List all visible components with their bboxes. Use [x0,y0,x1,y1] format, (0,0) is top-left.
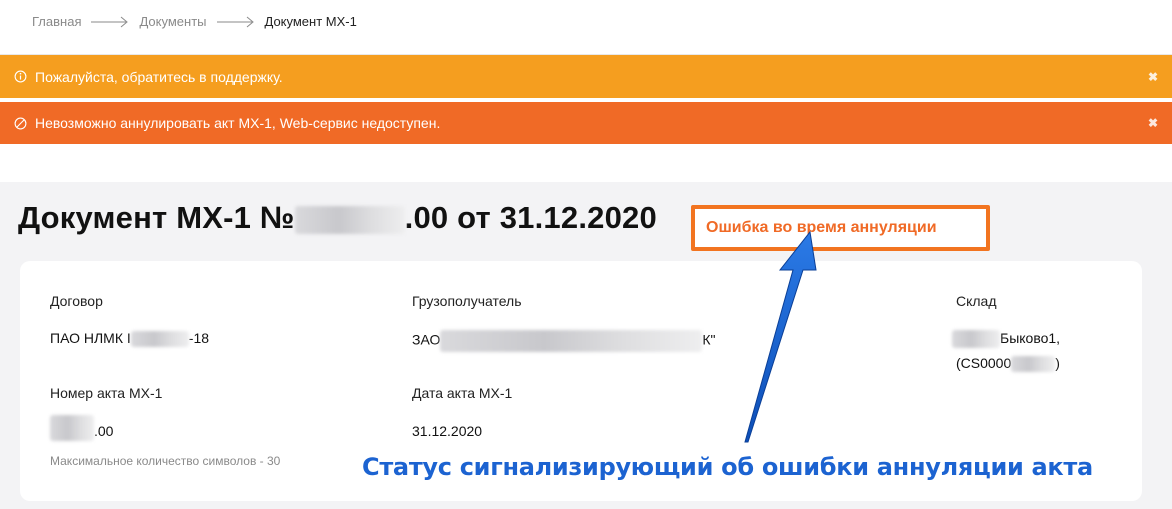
contract-label: Договор [50,293,103,309]
info-icon [14,70,27,83]
contract-value: ПАО НЛМК I -18 [50,330,210,348]
consignee-label: Грузополучатель [412,293,522,309]
warehouse-label: Склад [956,293,997,309]
contract-value-suffix: -18 [188,330,210,346]
warning-alert-text: Пожалуйста, обратитесь в поддержку. [35,68,283,85]
consignee-value: ЗАО К" [412,330,716,352]
consignee-value-prefix: ЗАО [412,331,441,348]
consignee-value-suffix: К" [702,331,716,348]
breadcrumb-current: Документ МХ-1 [264,14,357,29]
redacted-text [50,415,94,442]
redacted-number [294,205,405,234]
breadcrumb: Главная Документы Документ МХ-1 [32,14,357,29]
redacted-text [130,331,189,348]
annotation-caption: Статус сигнализирующий об ошибки аннуляц… [362,453,1093,481]
redacted-text [952,330,1000,349]
breadcrumb-home-link[interactable]: Главная [32,14,81,29]
page-title-suffix: .00 от 31.12.2020 [404,200,657,235]
close-icon[interactable]: ✖ [1148,70,1158,84]
error-alert-text: Невозможно аннулировать акт МХ-1, Web-се… [35,115,441,131]
breadcrumb-documents-link[interactable]: Документы [139,14,206,29]
page-title: Документ МХ-1 № .00 от 31.12.2020 [18,200,657,236]
redacted-text [1011,356,1056,373]
arrow-right-icon [216,16,254,27]
act-number-label: Номер акта МХ-1 [50,385,163,401]
warehouse-value-line2: (CS0000) [956,355,1060,373]
warehouse-line2-prefix: (CS0000 [956,355,1012,371]
act-number-value-suffix: .00 [94,423,114,439]
close-icon[interactable]: ✖ [1148,116,1158,130]
act-number-hint: Максимальное количество символов - 30 [50,454,281,468]
act-date-value: 31.12.2020 [412,423,483,439]
page-title-prefix: Документ МХ-1 № [18,200,295,235]
warehouse-line2-suffix: ) [1055,355,1060,371]
prohibited-icon [14,117,27,129]
warehouse-line1-text: Быково1, [1000,330,1061,346]
error-alert: Невозможно аннулировать акт МХ-1, Web-се… [0,102,1172,144]
warehouse-value-line1: Быково1, [952,330,1061,349]
contract-value-prefix: ПАО НЛМК I [50,330,131,346]
act-date-label: Дата акта МХ-1 [412,385,513,401]
redacted-text [440,330,703,352]
arrow-right-icon [91,16,129,27]
warning-alert: Пожалуйста, обратитесь в поддержку. ✖ [0,54,1172,98]
annotation-arrow [744,230,817,443]
act-number-value: .00 [50,415,114,442]
